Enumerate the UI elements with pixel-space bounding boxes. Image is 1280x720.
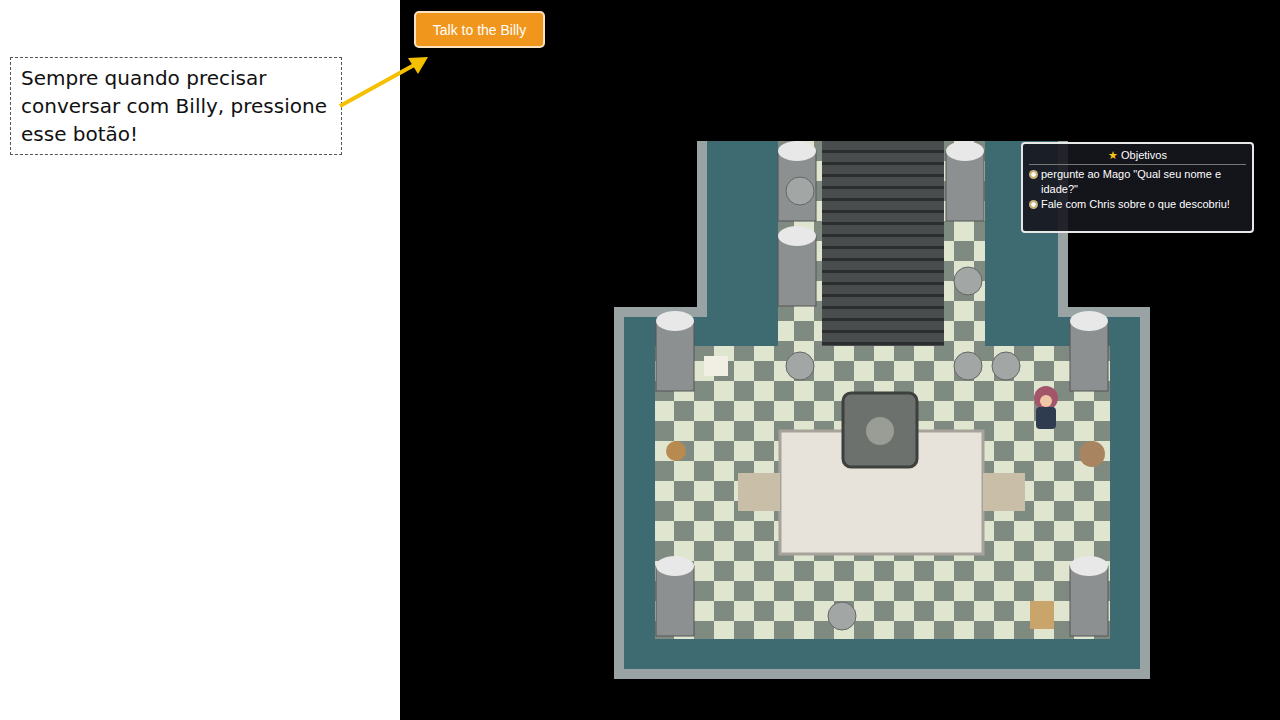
rubble: [786, 177, 814, 205]
bullet-icon: [1029, 170, 1038, 179]
player-character: [1034, 386, 1058, 429]
note-box: Sempre quando precisar conversar com Bil…: [10, 57, 342, 155]
game-screen: Talk to the Billy ★Objetivos pergunte ao M…: [400, 0, 1280, 720]
pillar: [778, 141, 816, 221]
pillar: [1070, 311, 1108, 391]
star-icon: ★: [1108, 148, 1118, 163]
vase: [1079, 441, 1105, 467]
rubble: [828, 602, 856, 630]
pillar: [656, 311, 694, 391]
rubble: [992, 352, 1020, 380]
bullet-icon: [1029, 200, 1038, 209]
talk-button[interactable]: Talk to the Billy: [414, 11, 545, 48]
objectives-title: ★Objetivos: [1029, 148, 1246, 165]
scroll: [1030, 601, 1054, 629]
pillar: [946, 141, 984, 221]
rubble: [954, 352, 982, 380]
pillar: [1070, 556, 1108, 636]
rubble: [954, 267, 982, 295]
instructions-panel: Sempre quando precisar conversar com Bil…: [0, 0, 400, 720]
papers: [704, 356, 728, 376]
door: [843, 393, 917, 467]
rubble: [786, 352, 814, 380]
objectives-panel: ★Objetivos pergunte ao Mago "Qual seu nom…: [1021, 142, 1254, 233]
pots: [666, 441, 686, 461]
arrow-icon: [336, 52, 432, 112]
objective-item: pergunte ao Mago "Qual seu nome e idade?…: [1029, 167, 1246, 197]
pillar: [778, 226, 816, 306]
objective-item: Fale com Chris sobre o que descobriu!: [1029, 197, 1246, 212]
stairs: [822, 141, 944, 346]
slide: Sempre quando precisar conversar com Bil…: [0, 0, 1280, 720]
pillar: [656, 556, 694, 636]
